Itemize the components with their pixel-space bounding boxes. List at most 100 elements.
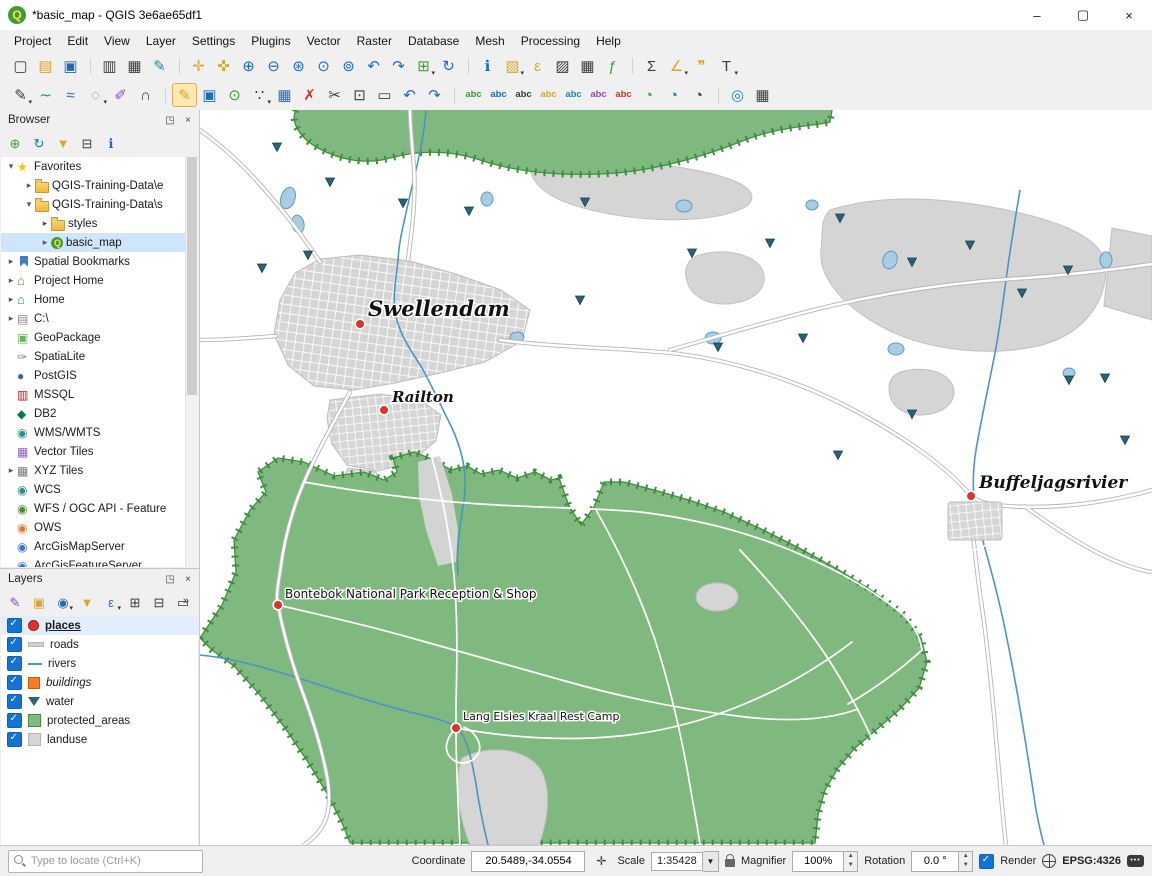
expander-icon[interactable]: ▸ xyxy=(5,313,17,324)
spinner-arrows[interactable]: ▲▼ xyxy=(844,851,858,872)
zoom-to-layer-button[interactable]: ⊚ xyxy=(336,54,361,78)
layer-labeling-button[interactable]: abc xyxy=(461,83,486,107)
pan-to-selection-button[interactable]: ✜ xyxy=(211,54,236,78)
scrollbar-thumb[interactable] xyxy=(187,157,197,395)
layer-visibility-checkbox[interactable] xyxy=(7,732,22,747)
save-layer-edits-button[interactable]: ▣ xyxy=(197,83,222,107)
filter-browser-button[interactable]: ▼ xyxy=(52,132,74,154)
browser-scrollbar[interactable] xyxy=(185,157,198,567)
cut-features-button[interactable]: ✂ xyxy=(322,83,347,107)
metasearch-button[interactable]: ◎ xyxy=(725,83,750,107)
chevron-down-icon[interactable]: ▼ xyxy=(703,851,719,872)
new-project-button[interactable]: ▢ xyxy=(8,54,33,78)
float-panel-button[interactable]: ◳ xyxy=(161,112,179,128)
layer-visibility-checkbox[interactable] xyxy=(7,637,22,652)
toggle-editing-button[interactable]: ✎ xyxy=(172,83,197,107)
browser-tree-item[interactable]: ▸ styles xyxy=(1,214,198,233)
browser-tree-item[interactable]: DB2 xyxy=(1,404,198,423)
statistical-summary-button[interactable]: Σ xyxy=(639,54,664,78)
layer-visibility-checkbox[interactable] xyxy=(7,694,22,709)
menu-item[interactable]: Layer xyxy=(138,31,184,51)
browser-tree-item[interactable]: WMS/WMTS xyxy=(1,423,198,442)
expander-icon[interactable]: ▸ xyxy=(23,180,35,191)
browser-tree-item[interactable]: PostGIS xyxy=(1,366,198,385)
layer-row[interactable]: buildings xyxy=(1,673,198,692)
pan-map-button[interactable]: ✛ xyxy=(186,54,211,78)
toolbar-overflow-icon[interactable]: » xyxy=(183,595,189,607)
measure-button[interactable]: ∠ xyxy=(664,54,689,78)
new-print-layout-button[interactable]: ▥ xyxy=(97,54,122,78)
refresh-button[interactable]: ↻ xyxy=(436,54,461,78)
zoom-last-button[interactable]: ↶ xyxy=(361,54,386,78)
save-project-button[interactable]: ▣ xyxy=(58,54,83,78)
field-calculator-button[interactable]: ƒ xyxy=(600,54,625,78)
add-group-button[interactable]: ▣ xyxy=(28,591,50,613)
new-map-view-button[interactable]: ⊞ xyxy=(411,54,436,78)
undo-button[interactable]: ↶ xyxy=(397,83,422,107)
menu-item[interactable]: View xyxy=(96,31,138,51)
browser-tree-item[interactable]: ▸ Home xyxy=(1,290,198,309)
expand-all-button[interactable]: ⊞ xyxy=(124,591,146,613)
current-edits-button[interactable]: ✎ xyxy=(8,83,33,107)
vertex-tool-button[interactable]: ∵ xyxy=(247,83,272,107)
minimize-button[interactable]: – xyxy=(1014,1,1060,30)
rotate-label-button[interactable]: abc xyxy=(586,83,611,107)
render-checkbox[interactable] xyxy=(979,854,994,869)
browser-tree-item[interactable]: SpatiaLite xyxy=(1,347,198,366)
select-by-expression-button[interactable]: ε xyxy=(525,54,550,78)
open-attribute-table-button[interactable]: ▦ xyxy=(575,54,600,78)
expander-icon[interactable]: ▸ xyxy=(39,237,51,248)
menu-item[interactable]: Vector xyxy=(299,31,349,51)
menu-item[interactable]: Settings xyxy=(184,31,243,51)
expander-icon[interactable]: ▸ xyxy=(5,294,17,305)
float-panel-button[interactable]: ◳ xyxy=(161,571,179,587)
layer-row[interactable]: landuse xyxy=(1,730,198,749)
zoom-full-button[interactable]: ⊛ xyxy=(286,54,311,78)
menu-item[interactable]: Raster xyxy=(349,31,400,51)
layer-row[interactable]: roads xyxy=(1,635,198,654)
show-hide-labels-button[interactable]: abc xyxy=(561,83,586,107)
browser-tree-item[interactable]: OWS xyxy=(1,518,198,537)
expander-icon[interactable]: ▸ xyxy=(5,275,17,286)
zoom-next-button[interactable]: ↷ xyxy=(386,54,411,78)
close-panel-button[interactable]: × xyxy=(179,571,197,587)
stream-digitize-button[interactable]: ≈ xyxy=(58,83,83,107)
extents-toggle-button[interactable]: ✛ xyxy=(591,851,611,871)
browser-tree-item[interactable]: ArcGisMapServer xyxy=(1,537,198,556)
browser-tree-item[interactable]: ▸ C:\ xyxy=(1,309,198,328)
browser-tree-item[interactable]: ▾ QGIS-Training-Data\s xyxy=(1,195,198,214)
zoom-to-selection-button[interactable]: ⊙ xyxy=(311,54,336,78)
browser-tree-item[interactable]: WFS / OGC API - Feature xyxy=(1,499,198,518)
menu-item[interactable]: Database xyxy=(400,31,467,51)
layer-visibility-checkbox[interactable] xyxy=(7,618,22,633)
browser-tree-item[interactable]: ArcGisFeatureServer xyxy=(1,556,198,567)
delete-selected-button[interactable]: ✗ xyxy=(297,83,322,107)
map-tips-button[interactable]: ❞ xyxy=(689,54,714,78)
browser-tree-item[interactable]: ▸ Spatial Bookmarks xyxy=(1,252,198,271)
close-button[interactable]: × xyxy=(1106,1,1152,30)
magnifier-spinbox[interactable]: ▲▼ xyxy=(792,851,858,872)
trace-button[interactable]: ✐ xyxy=(108,83,133,107)
layer-row[interactable]: places xyxy=(1,616,198,635)
browser-tree-item[interactable]: ▸ XYZ Tiles xyxy=(1,461,198,480)
add-selected-layers-button[interactable]: ⊕ xyxy=(4,132,26,154)
diagram-options-button[interactable]: ◔ xyxy=(636,83,661,107)
open-project-button[interactable]: ▤ xyxy=(33,54,58,78)
filter-legend-button[interactable]: ▼ xyxy=(76,591,98,613)
rotation-input[interactable] xyxy=(911,851,959,872)
filter-by-expression-button[interactable]: ε xyxy=(100,591,122,613)
add-point-feature-button[interactable]: ⊙ xyxy=(222,83,247,107)
layer-visibility-checkbox[interactable] xyxy=(7,713,22,728)
browser-tree-item[interactable]: MSSQL xyxy=(1,385,198,404)
browser-tree-item[interactable]: ▸ QGIS-Training-Data\e xyxy=(1,176,198,195)
map-canvas[interactable]: Swellendam Railton Buffeljagsrivier Bont… xyxy=(200,110,1152,845)
maximize-button[interactable]: ▢ xyxy=(1060,1,1106,30)
label-properties-button[interactable]: abc xyxy=(611,83,636,107)
browser-tree-item[interactable]: Vector Tiles xyxy=(1,442,198,461)
collapse-all-button[interactable]: ⊟ xyxy=(148,591,170,613)
browser-tree-item[interactable]: WCS xyxy=(1,480,198,499)
menu-item[interactable]: Project xyxy=(6,31,59,51)
digitize-segment-button[interactable]: ∼ xyxy=(33,83,58,107)
layer-row[interactable]: rivers xyxy=(1,654,198,673)
paste-features-button[interactable]: ▭ xyxy=(372,83,397,107)
